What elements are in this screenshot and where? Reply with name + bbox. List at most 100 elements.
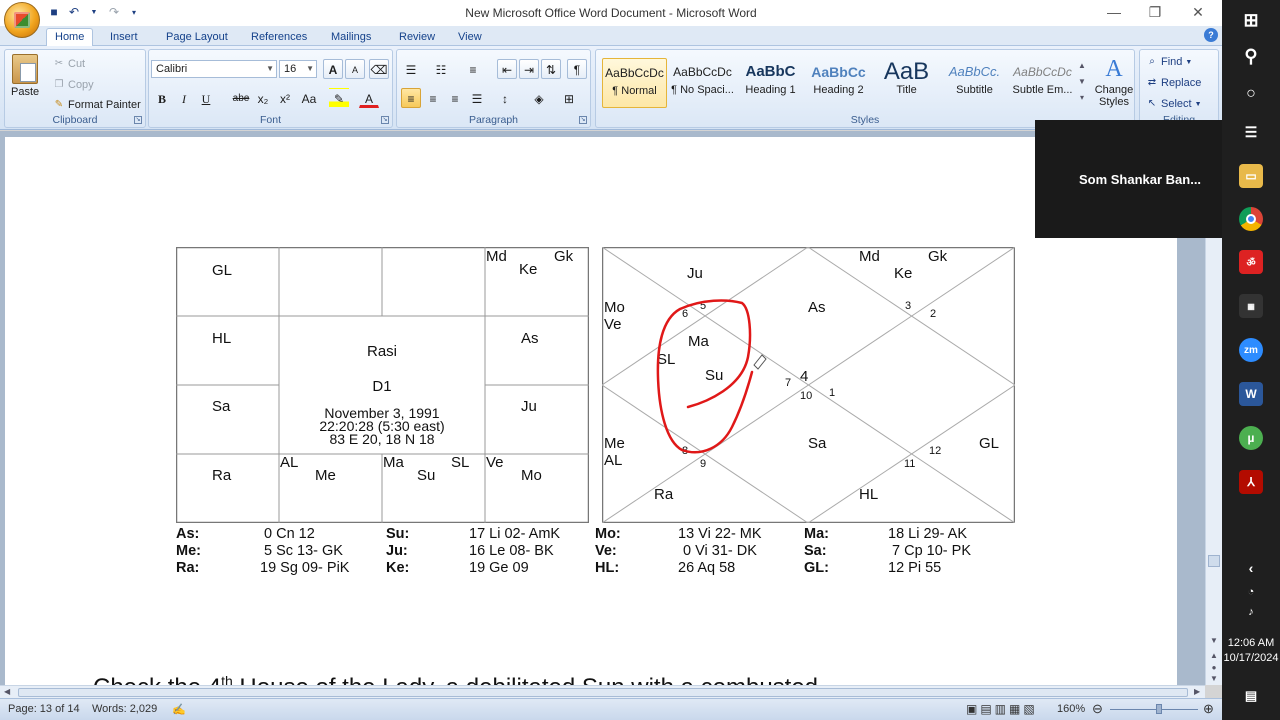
- browse-object-icon[interactable]: ●: [1206, 663, 1222, 672]
- app-icon-dark[interactable]: ▦: [1239, 294, 1263, 318]
- justify-icon[interactable]: ☰: [467, 88, 487, 108]
- chrome-icon[interactable]: [1239, 207, 1263, 231]
- horizontal-scroll-thumb[interactable]: [18, 688, 1188, 697]
- rasi-hl: HL: [212, 330, 231, 347]
- line-spacing-icon[interactable]: ↕: [495, 88, 515, 108]
- close-button[interactable]: ✕: [1180, 2, 1216, 22]
- task-view-icon[interactable]: ○: [1239, 82, 1263, 106]
- volume-icon[interactable]: ♪: [1239, 600, 1263, 624]
- select-button[interactable]: ↖ Select ▼: [1146, 98, 1202, 110]
- cut-button[interactable]: ✂ Cut: [53, 58, 85, 70]
- paste-button[interactable]: Paste: [11, 54, 39, 98]
- style-no-spacing[interactable]: AaBbCcDc ¶ No Spaci...: [670, 58, 735, 108]
- page-count[interactable]: Page: 13 of 14: [8, 703, 80, 715]
- north-ra: Ra: [654, 486, 674, 503]
- numbering-icon[interactable]: ☷: [431, 59, 451, 79]
- borders-icon[interactable]: ⊞: [559, 88, 579, 108]
- proofing-icon[interactable]: ✍: [172, 703, 186, 716]
- view-buttons-icon[interactable]: ▣▤▥▦▧: [966, 702, 1038, 716]
- superscript-button[interactable]: x²: [275, 88, 295, 108]
- file-explorer-icon[interactable]: ▭: [1239, 164, 1263, 188]
- pdf-reader-icon[interactable]: ⅄: [1239, 470, 1263, 494]
- sort-icon[interactable]: ⇅: [541, 59, 561, 79]
- next-page-icon[interactable]: ▼: [1206, 674, 1222, 683]
- scroll-down-icon[interactable]: ▼: [1206, 636, 1222, 645]
- styles-scroll-icon[interactable]: ▲ ▼ ▾: [1077, 58, 1087, 108]
- subscript-button[interactable]: x₂: [253, 88, 273, 108]
- clear-formatting-icon[interactable]: ⌫: [369, 59, 389, 79]
- style-heading-2[interactable]: AaBbCc Heading 2: [806, 58, 871, 108]
- align-right-icon[interactable]: ≡: [445, 88, 465, 108]
- grow-font-button[interactable]: A: [323, 59, 343, 79]
- tab-review[interactable]: Review: [391, 29, 443, 46]
- tab-mailings[interactable]: Mailings: [323, 29, 379, 46]
- increase-indent-icon[interactable]: ⇥: [519, 59, 539, 79]
- font-size-select[interactable]: 16 ▼: [279, 60, 317, 78]
- system-clock[interactable]: 12:06 AM 10/17/2024: [1222, 636, 1280, 666]
- zoom-app-icon[interactable]: zm: [1239, 338, 1263, 362]
- zoom-in-icon[interactable]: ⊕: [1203, 701, 1214, 717]
- word-count[interactable]: Words: 2,029: [92, 703, 157, 715]
- bullets-icon[interactable]: ☰: [401, 59, 421, 79]
- tab-view[interactable]: View: [450, 29, 490, 46]
- scroll-right-icon[interactable]: ▶: [1194, 686, 1200, 698]
- scroll-thumb[interactable]: [1208, 555, 1220, 567]
- word-app-icon[interactable]: W: [1239, 382, 1263, 406]
- zoom-slider-thumb[interactable]: [1156, 704, 1162, 714]
- change-styles-button[interactable]: A Change Styles: [1094, 56, 1134, 108]
- north-al: AL: [604, 452, 622, 469]
- utorrent-icon[interactable]: µ: [1239, 426, 1263, 450]
- minimize-button[interactable]: —: [1096, 2, 1132, 22]
- zoom-slider[interactable]: [1110, 709, 1198, 710]
- find-button[interactable]: ⌕ Find ▼: [1146, 56, 1192, 68]
- restore-button[interactable]: ❐: [1137, 2, 1173, 22]
- app-icon-red[interactable]: ॐ: [1239, 250, 1263, 274]
- highlight-icon[interactable]: ✎: [329, 88, 349, 108]
- strikethrough-button[interactable]: abe: [229, 88, 253, 108]
- document-area[interactable]: GL Md Gk Ke HL As Sa Ju Ra AL Me Ma SL S…: [0, 131, 1205, 685]
- scroll-left-icon[interactable]: ◀: [4, 686, 10, 698]
- style-heading-1[interactable]: AaBbC Heading 1: [738, 58, 803, 108]
- document-page[interactable]: GL Md Gk Ke HL As Sa Ju Ra AL Me Ma SL S…: [5, 137, 1177, 685]
- align-center-icon[interactable]: ≡: [423, 88, 443, 108]
- paragraph-label: Paragraph: [468, 114, 519, 126]
- tab-references[interactable]: References: [243, 29, 315, 46]
- pos-label: GL:: [804, 560, 829, 576]
- show-marks-icon[interactable]: ¶: [567, 59, 587, 79]
- bold-button[interactable]: B: [152, 88, 172, 108]
- tab-insert[interactable]: Insert: [102, 29, 146, 46]
- paragraph-launcher-icon[interactable]: ↘: [579, 116, 587, 124]
- zoom-out-icon[interactable]: ⊖: [1092, 701, 1103, 717]
- search-icon[interactable]: ⚲: [1239, 44, 1263, 68]
- replace-button[interactable]: ⇄ Replace: [1146, 77, 1202, 89]
- copy-button[interactable]: ❐ Copy: [53, 79, 94, 91]
- office-button[interactable]: [4, 2, 40, 38]
- style-title[interactable]: AaB Title: [874, 58, 939, 108]
- help-icon[interactable]: ?: [1204, 28, 1218, 42]
- italic-button[interactable]: I: [174, 88, 194, 108]
- notifications-icon[interactable]: ▤: [1239, 684, 1263, 708]
- underline-button[interactable]: U: [196, 88, 216, 108]
- align-left-icon[interactable]: ≡: [401, 88, 421, 108]
- widgets-icon[interactable]: ☰: [1239, 120, 1263, 144]
- tab-page-layout[interactable]: Page Layout: [158, 29, 236, 46]
- font-name-select[interactable]: Calibri ▼: [151, 60, 277, 78]
- clipboard-launcher-icon[interactable]: ↘: [134, 116, 142, 124]
- zoom-level[interactable]: 160%: [1057, 703, 1085, 715]
- font-launcher-icon[interactable]: ↘: [381, 116, 389, 124]
- chevron-left-icon[interactable]: ‹: [1239, 556, 1263, 580]
- change-case-button[interactable]: Aa: [297, 88, 321, 108]
- windows-start-icon[interactable]: ⊞: [1239, 8, 1263, 32]
- multilevel-list-icon[interactable]: ≡: [463, 59, 483, 79]
- shading-icon[interactable]: ◈: [529, 88, 549, 108]
- font-color-icon[interactable]: A: [359, 88, 379, 108]
- style-subtle-emphasis[interactable]: AaBbCcDc Subtle Em...: [1010, 58, 1075, 108]
- style-subtitle[interactable]: AaBbCc. Subtitle: [942, 58, 1007, 108]
- format-painter-button[interactable]: ✎ Format Painter: [53, 99, 141, 111]
- style-normal[interactable]: AaBbCcDc ¶ Normal: [602, 58, 667, 108]
- tab-home[interactable]: Home: [46, 28, 94, 47]
- decrease-indent-icon[interactable]: ⇤: [497, 59, 517, 79]
- horizontal-scrollbar[interactable]: ◀ ▶: [0, 685, 1205, 698]
- shrink-font-button[interactable]: A: [345, 59, 365, 79]
- previous-page-icon[interactable]: ▲: [1206, 651, 1222, 660]
